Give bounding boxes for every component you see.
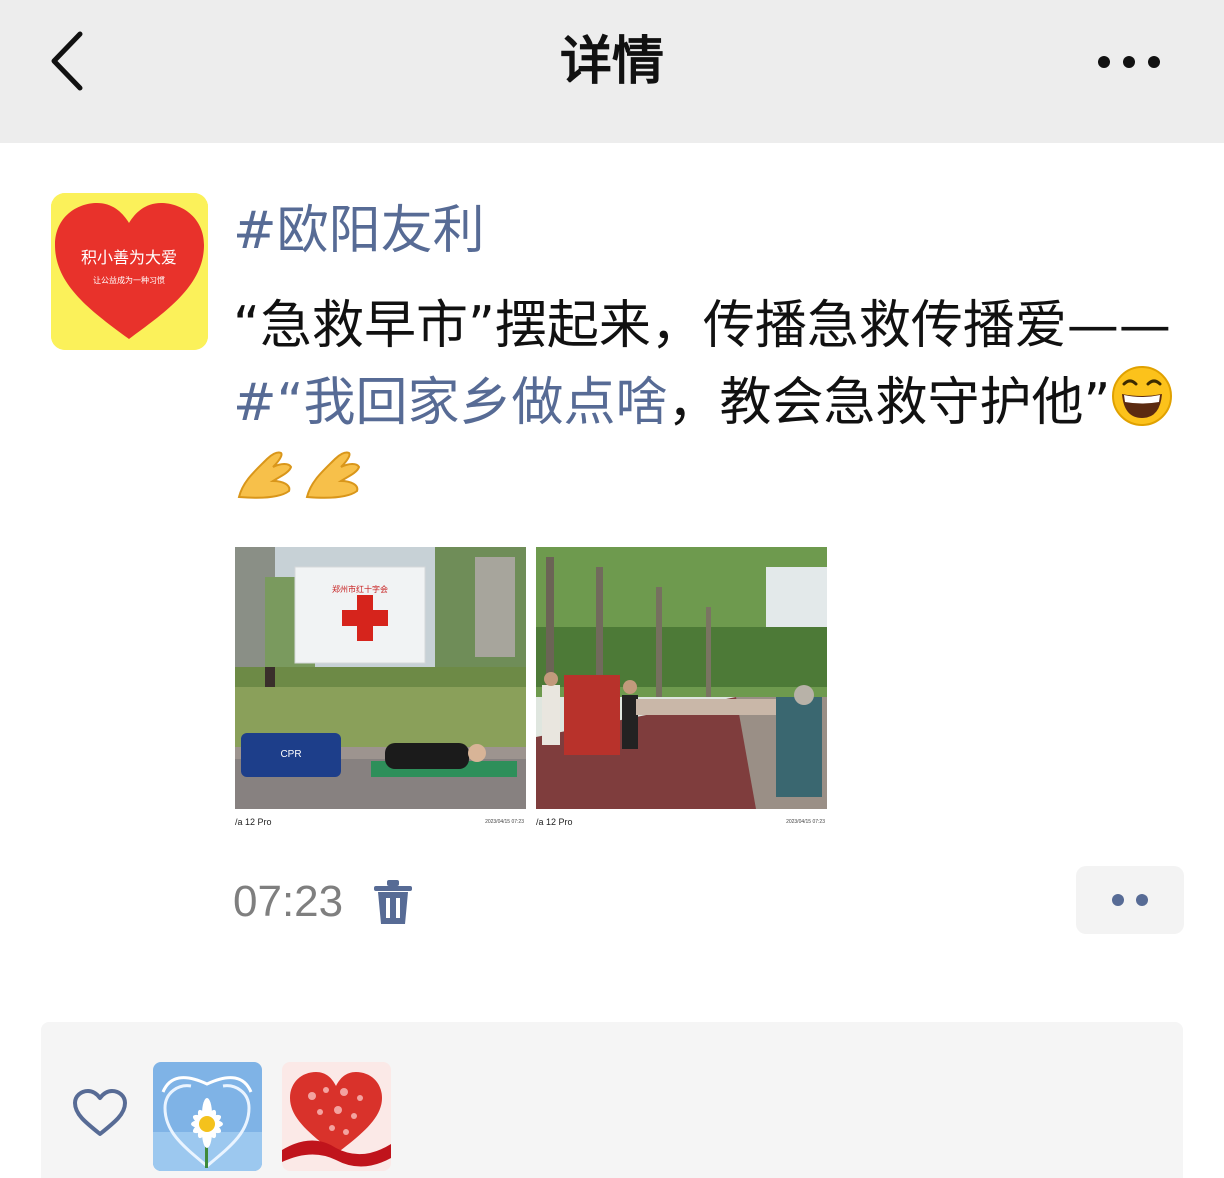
delete-trash-icon[interactable] [372,878,414,926]
red-heart-logo-icon: 积小善为大爱 让公益成为一种习惯 [51,193,208,350]
grinning-face-icon [1112,366,1173,426]
content-text-2: ，教会急救守护他” [667,373,1111,433]
cpr-demo-photo: 郑州市红十字会 CPR [235,547,526,809]
avatar-text-sub: 让公益成为一种习惯 [93,275,165,285]
flag-text: 郑州市红十字会 [332,584,388,594]
page-title: 详情 [559,32,664,92]
liker-avatar-1[interactable] [153,1062,262,1171]
pinched-hands-icon [305,451,361,499]
red-heart-avatar-icon [282,1062,391,1171]
likes-panel [41,1022,1183,1178]
nav-bar: 详情 [0,0,1224,143]
heart-outline-icon [73,1089,127,1136]
photo-caption-left: /a 12 Pro [536,817,573,827]
photo-caption-right: 2023/04/15 07:23 [485,819,524,825]
author-avatar[interactable]: 积小善为大爱 让公益成为一种习惯 [51,193,208,350]
avatar-text-main: 积小善为大爱 [81,248,177,267]
liker-avatar-2[interactable] [282,1062,391,1171]
bag-text: CPR [280,749,301,760]
more-button[interactable] [1092,46,1166,78]
topic-link[interactable]: #欧阳友利 [233,196,485,266]
pinched-hands-icon [237,451,293,499]
daisy-heart-avatar-icon [153,1062,262,1171]
street-market-photo [536,547,827,809]
content-topic-link[interactable]: #“我回家乡做点啥 [233,373,668,433]
like-comment-button[interactable] [1076,866,1184,934]
photo-caption-left: /a 12 Pro [235,817,272,827]
content-text-1: “急救早市”摆起来，传播急救传播爱—— [233,296,1171,356]
post-photo-2[interactable]: /a 12 Pro 2023/04/15 07:23 [536,547,827,830]
post-content: “急救早市”摆起来，传播急救传播爱—— #“我回家乡做点啥，教会急救守护他” [233,288,1183,518]
post-time: 07:23 [233,877,344,926]
two-dots-icon [1112,894,1148,906]
post-photo-1[interactable]: 郑州市红十字会 CPR /a 12 Pro 2023/04/15 07:23 [235,547,526,830]
photo-caption-right: 2023/04/15 07:23 [786,819,825,825]
